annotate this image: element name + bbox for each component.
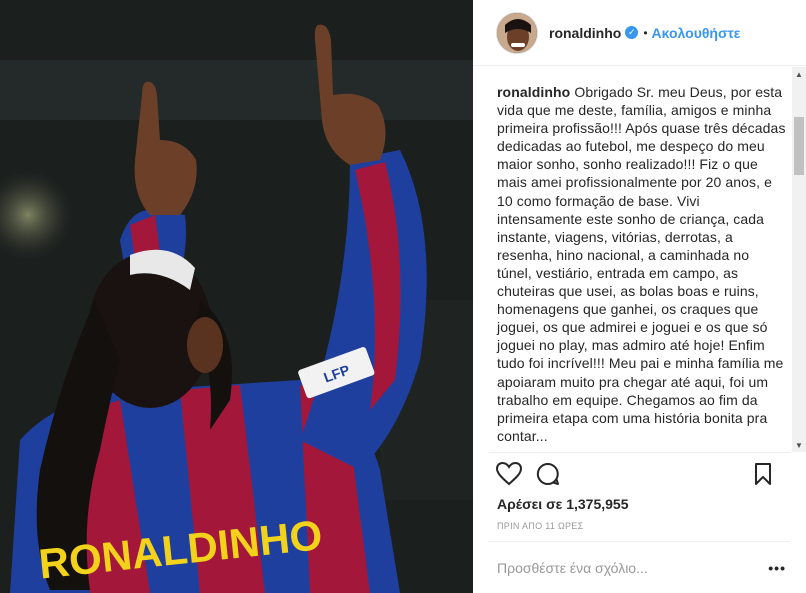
post-header: ronaldinho ✓ • Ακολουθήστε [473,0,806,66]
avatar[interactable] [496,11,538,54]
comment-bubble-icon[interactable] [536,462,560,491]
bookmark-icon[interactable] [754,462,772,491]
caption-scroll-area[interactable]: ronaldinho Obrigado Sr. meu Deus, por es… [473,67,806,452]
caption-text: Obrigado Sr. meu Deus, por esta vida que… [497,84,786,444]
comment-row: ••• [489,541,790,593]
caption: ronaldinho Obrigado Sr. meu Deus, por es… [497,83,787,445]
scroll-up-arrow-icon[interactable]: ▲ [792,67,806,81]
caption-scrollbar[interactable]: ▲ ▼ [792,67,806,452]
post-photo[interactable]: LFP RONALDINHO [0,0,473,593]
follow-button[interactable]: Ακολουθήστε [652,25,741,41]
more-options-icon[interactable]: ••• [768,560,786,576]
header-separator: • [643,25,648,40]
action-bar [489,452,790,496]
scroll-down-arrow-icon[interactable]: ▼ [792,438,806,452]
post-timestamp[interactable]: ΠΡΙΝ ΑΠΟ 11 ΩΡΕΣ [497,521,583,531]
post-side-panel: ronaldinho ✓ • Ακολουθήστε ronaldinho Ob… [473,0,806,593]
likes-count[interactable]: Αρέσει σε 1,375,955 [497,496,628,512]
scrollbar-thumb[interactable] [794,117,804,175]
heart-icon[interactable] [495,461,523,491]
verified-badge-icon: ✓ [625,26,639,39]
comment-input[interactable] [497,559,737,576]
header-username[interactable]: ronaldinho [549,25,621,41]
post-photo-illustration: LFP RONALDINHO [0,0,473,593]
caption-username[interactable]: ronaldinho [497,84,570,100]
